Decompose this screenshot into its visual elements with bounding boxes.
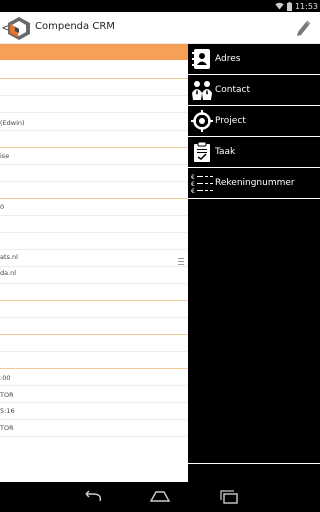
row-divider	[0, 164, 188, 165]
drawer-item-label: Project	[215, 116, 246, 126]
row-divider	[0, 334, 188, 335]
drag-handle-icon[interactable]	[178, 258, 184, 266]
target-icon	[189, 108, 215, 134]
row-divider	[0, 147, 188, 148]
row-divider	[0, 402, 188, 403]
recent-apps-icon[interactable]	[218, 490, 240, 504]
wifi-icon	[275, 2, 284, 10]
pencil-icon[interactable]	[294, 19, 312, 37]
row-divider	[0, 232, 188, 233]
drawer-item-adres[interactable]: Adres	[188, 44, 320, 75]
list-item: TOR	[0, 424, 14, 432]
row-divider	[0, 249, 188, 250]
svg-text:€: €	[191, 188, 195, 193]
row-divider	[0, 95, 188, 96]
drawer-item-label: Taak	[215, 147, 236, 157]
svg-text:€: €	[191, 181, 195, 188]
euro-list-icon: € € €	[189, 170, 215, 196]
drawer-item-label: Adres	[215, 54, 241, 64]
row-divider	[0, 266, 188, 267]
status-bar: 11:53	[0, 0, 320, 12]
svg-text:€: €	[191, 174, 195, 181]
drawer-item-project[interactable]: Project	[188, 106, 320, 137]
row-divider	[0, 78, 188, 79]
status-icons: 11:53	[275, 0, 318, 12]
clipboard-icon	[189, 139, 215, 165]
row-divider	[0, 436, 188, 437]
action-bar: < Compenda CRM	[0, 12, 320, 44]
list-item: (Edwin)	[0, 119, 25, 127]
contacts-icon	[189, 77, 215, 103]
list-item: :00	[0, 374, 11, 382]
row-divider	[0, 130, 188, 131]
list-item: ats.nl	[0, 253, 18, 261]
row-divider	[0, 351, 188, 352]
home-icon[interactable]	[149, 490, 171, 504]
row-divider	[0, 283, 188, 284]
row-divider	[0, 198, 188, 199]
row-divider	[0, 300, 188, 301]
drawer-item-label: Rekeningnummer	[215, 178, 295, 188]
back-icon[interactable]	[82, 490, 104, 504]
list-item: TOR	[0, 391, 14, 399]
drawer-item-taak[interactable]: Taak	[188, 137, 320, 168]
row-divider	[0, 368, 188, 369]
list-item: ise	[0, 152, 10, 160]
list-item: 0	[0, 203, 5, 211]
row-divider	[0, 419, 188, 420]
row-divider	[0, 112, 188, 113]
row-divider	[0, 317, 188, 318]
address-book-icon	[189, 46, 215, 72]
status-time: 11:53	[294, 1, 318, 11]
drawer-item-rekeningnummer[interactable]: € € € Rekeningnummer	[188, 168, 320, 199]
drawer-item-label: Contact	[215, 85, 251, 95]
list-item: da.nl	[0, 269, 17, 277]
app-logo-icon[interactable]	[6, 15, 32, 41]
row-divider	[0, 385, 188, 386]
drawer-item-contact[interactable]: Contact	[188, 75, 320, 106]
drawer-divider	[188, 463, 320, 464]
detail-content: (Edwin) ise 0 ats.nl da.nl :00 TOR 5:16 …	[0, 44, 188, 482]
section-header-band	[0, 44, 188, 60]
list-item: 5:16	[0, 407, 15, 415]
system-nav-bar	[0, 482, 320, 512]
row-divider	[0, 215, 188, 216]
navigation-drawer: Adres Contact Project Taak € € € Rekenin…	[188, 44, 320, 482]
row-divider	[0, 181, 188, 182]
battery-icon	[286, 1, 292, 11]
app-title: Compenda CRM	[35, 21, 115, 32]
